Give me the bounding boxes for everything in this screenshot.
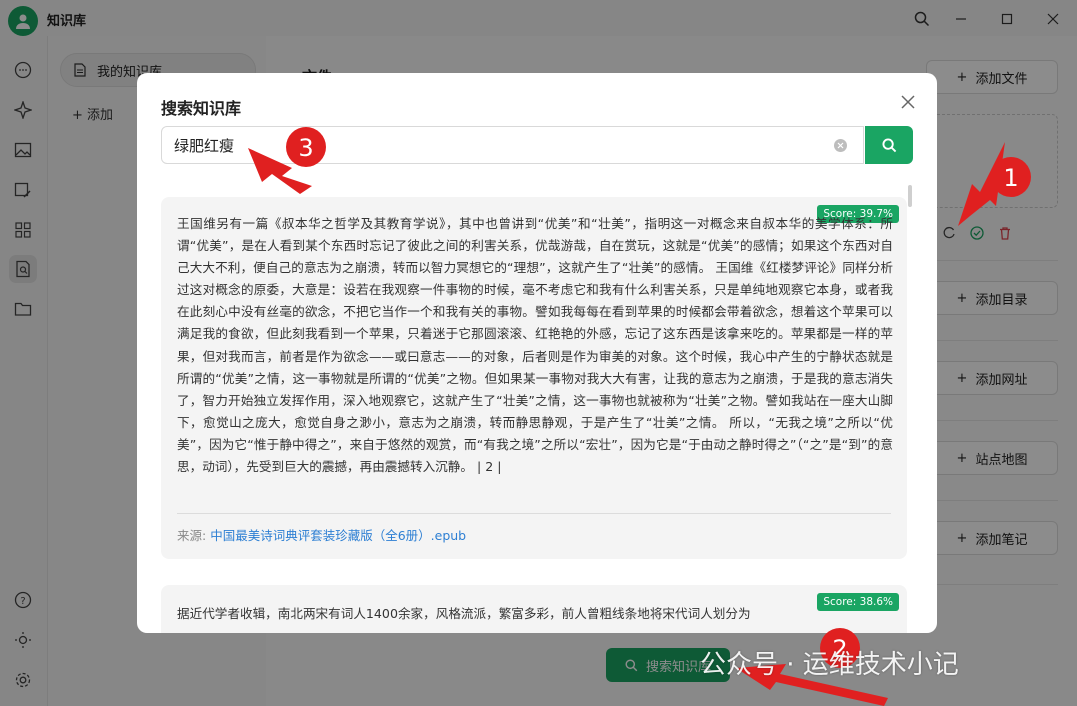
- close-icon[interactable]: [899, 93, 917, 111]
- result-text: 据近代学者收辑，南北两宋有词人1400余家，风格流派，繁富多彩，前人曾粗线条地将…: [177, 606, 751, 621]
- search-input[interactable]: [161, 126, 864, 164]
- source-label: 来源:: [177, 528, 207, 543]
- clear-input-icon[interactable]: [834, 139, 847, 152]
- search-modal: 搜索知识库 Score: 39.7% 王国维另有一篇《叔本华之哲学及其教育学说》…: [137, 73, 937, 633]
- divider: [177, 513, 891, 514]
- result-card: Score: 39.7% 王国维另有一篇《叔本华之哲学及其教育学说》，其中也曾讲…: [161, 197, 907, 559]
- results-scrollbar[interactable]: [908, 185, 912, 207]
- modal-title: 搜索知识库: [161, 99, 242, 118]
- search-submit-button[interactable]: [865, 126, 913, 164]
- search-results: Score: 39.7% 王国维另有一篇《叔本华之哲学及其教育学说》，其中也曾讲…: [161, 197, 907, 633]
- search-icon: [881, 137, 896, 152]
- result-source: 来源: 中国最美诗词典评套装珍藏版（全6册）.epub: [177, 525, 466, 544]
- watermark-text: 公众号 · 运维技术小记: [700, 650, 959, 680]
- result-text: 王国维另有一篇《叔本华之哲学及其教育学说》，其中也曾讲到“优美”和“壮美”，指明…: [177, 216, 893, 475]
- result-card: Score: 38.6% 据近代学者收辑，南北两宋有词人1400余家，风格流派，…: [161, 585, 907, 633]
- source-link[interactable]: 中国最美诗词典评套装珍藏版（全6册）.epub: [210, 528, 466, 543]
- watermark: 公众号 · 运维技术小记: [700, 644, 959, 681]
